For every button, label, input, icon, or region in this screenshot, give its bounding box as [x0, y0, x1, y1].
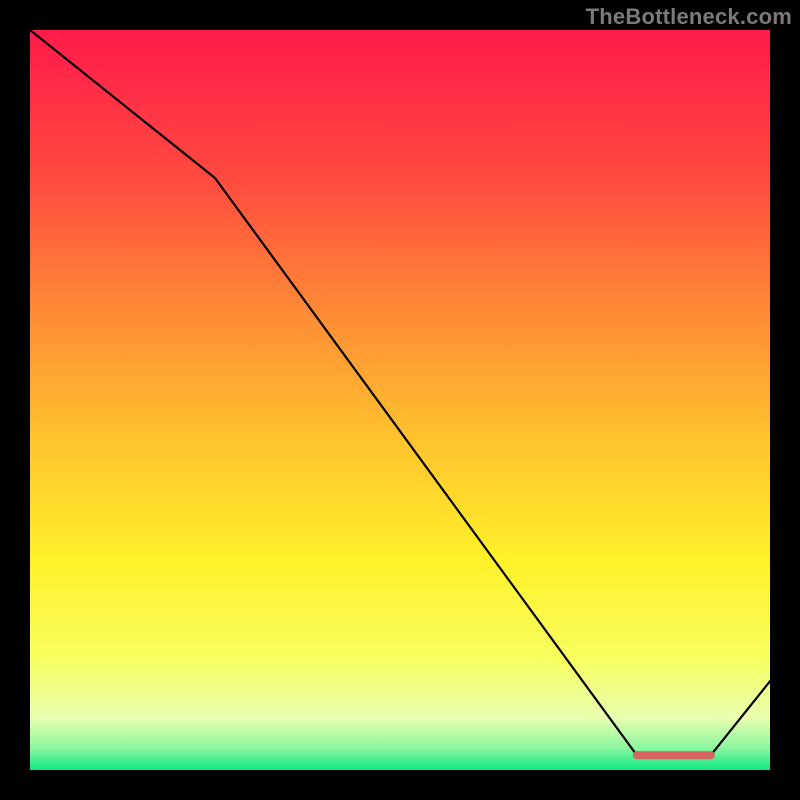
attribution-label: TheBottleneck.com: [0, 4, 800, 30]
chart-svg: [30, 30, 770, 770]
chart-stage: TheBottleneck.com: [0, 0, 800, 800]
heat-gradient-rect: [30, 30, 770, 770]
